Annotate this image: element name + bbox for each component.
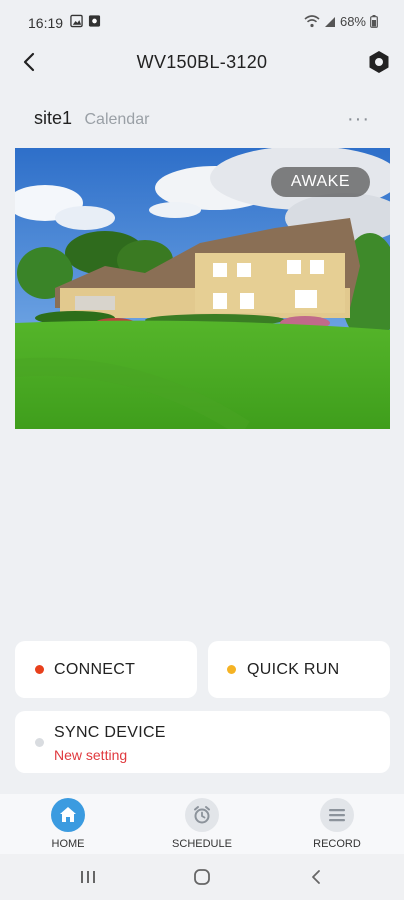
connect-status-dot: [35, 665, 44, 674]
site-row: site1 Calendar ···: [34, 108, 374, 132]
nav-record[interactable]: RECORD: [297, 798, 377, 850]
recent-apps-icon[interactable]: [79, 870, 97, 884]
nav-home[interactable]: HOME: [28, 798, 108, 850]
quick-run-button[interactable]: QUICK RUN: [208, 641, 390, 698]
nav-schedule[interactable]: SCHEDULE: [162, 798, 242, 850]
gallery-icon: [70, 14, 83, 28]
status-time: 16:19: [28, 15, 64, 31]
status-right: 68%: [304, 14, 378, 29]
home-system-icon[interactable]: [193, 868, 211, 886]
connect-label: CONNECT: [54, 661, 136, 678]
device-title: WV150BL-3120: [136, 52, 268, 72]
nav-home-label: HOME: [51, 838, 85, 850]
sync-device-button[interactable]: SYNC DEVICE New setting: [15, 711, 390, 773]
nav-schedule-label: SCHEDULE: [172, 838, 232, 850]
app-header: WV150BL-3120: [0, 44, 404, 80]
home-icon: [51, 798, 85, 832]
bottom-navigation: HOME SCHEDULE RECORD: [0, 794, 404, 854]
awake-status-badge: AWAKE: [270, 167, 370, 197]
system-navigation-bar: [0, 854, 404, 900]
sync-new-setting-text: New setting: [54, 747, 128, 763]
calendar-link[interactable]: Calendar: [84, 111, 149, 128]
list-menu-icon: [320, 798, 354, 832]
more-options-icon[interactable]: ···: [347, 108, 370, 131]
alarm-clock-icon: [185, 798, 219, 832]
quick-run-status-dot: [227, 665, 236, 674]
signal-icon: [324, 16, 335, 27]
back-system-icon[interactable]: [309, 869, 323, 885]
status-bar: 16:19 68%: [0, 0, 404, 44]
nav-record-label: RECORD: [313, 838, 361, 850]
notification-icon: [88, 15, 101, 27]
battery-icon: [370, 15, 378, 28]
wifi-icon: [304, 15, 320, 28]
settings-hexagon-icon[interactable]: [366, 49, 392, 75]
site-name[interactable]: site1: [34, 108, 72, 128]
sync-device-label: SYNC DEVICE: [54, 724, 166, 741]
quick-run-label: QUICK RUN: [247, 661, 340, 678]
camera-preview-image[interactable]: AWAKE: [15, 148, 390, 429]
battery-percent: 68%: [339, 14, 366, 29]
connect-button[interactable]: CONNECT: [15, 641, 197, 698]
sync-status-dot: [35, 738, 44, 747]
